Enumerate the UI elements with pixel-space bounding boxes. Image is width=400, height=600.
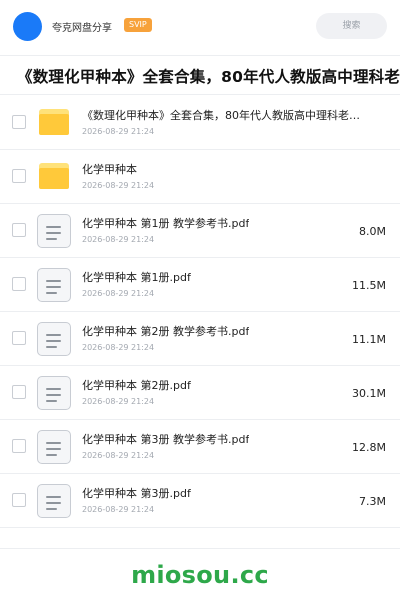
file-row[interactable]: 化学甲种本 第2册 教学参考书.pdf 2026-08-29 21:24 11.1M xyxy=(0,312,400,366)
page-title: 《数理化甲种本》全套合集，80年代人教版高中理科老课本 xyxy=(17,68,400,86)
file-name[interactable]: 化学甲种本 第1册 教学参考书.pdf xyxy=(82,215,249,231)
file-row[interactable]: 化学甲种本 第1册 教学参考书.pdf 2026-08-29 21:24 8.0M xyxy=(0,204,400,258)
file-name[interactable]: 化学甲种本 第2册.pdf xyxy=(82,377,191,393)
file-size: 7.3M xyxy=(359,495,386,508)
file-name[interactable]: 化学甲种本 第1册.pdf xyxy=(82,269,191,285)
file-size: 11.1M xyxy=(352,333,386,346)
file-row[interactable]: 化学甲种本 第3册.pdf 2026-08-29 21:24 7.3M xyxy=(0,474,400,528)
file-list: 《数理化甲种本》全套合集，80年代人教版高中理科老… 2026-08-29 21:… xyxy=(0,96,400,528)
avatar[interactable] xyxy=(13,12,42,41)
file-date: 2026-08-29 21:24 xyxy=(82,235,155,244)
document-icon xyxy=(37,430,71,464)
header-bar: 夸克网盘分享 SVIP 搜索 xyxy=(0,0,400,52)
select-checkbox[interactable] xyxy=(12,439,26,453)
document-icon xyxy=(37,322,71,356)
document-icon xyxy=(37,214,71,248)
file-date: 2026-08-29 21:24 xyxy=(82,343,155,352)
file-date: 2026-08-29 21:24 xyxy=(82,451,155,460)
file-size: 8.0M xyxy=(359,225,386,238)
svip-badge: SVIP xyxy=(124,18,152,32)
file-size: 30.1M xyxy=(352,387,386,400)
watermark-text: miosou.cc xyxy=(131,561,269,589)
select-checkbox[interactable] xyxy=(12,331,26,345)
select-checkbox[interactable] xyxy=(12,223,26,237)
folder-row[interactable]: 《数理化甲种本》全套合集，80年代人教版高中理科老… 2026-08-29 21:… xyxy=(0,96,400,150)
document-icon xyxy=(37,376,71,410)
file-row[interactable]: 化学甲种本 第3册 教学参考书.pdf 2026-08-29 21:24 12.8M xyxy=(0,420,400,474)
file-name[interactable]: 化学甲种本 第3册 教学参考书.pdf xyxy=(82,431,249,447)
folder-row[interactable]: 化学甲种本 2026-08-29 21:24 xyxy=(0,150,400,204)
document-icon xyxy=(37,484,71,518)
file-size: 12.8M xyxy=(352,441,386,454)
share-title-bar: 《数理化甲种本》全套合集，80年代人教版高中理科老课本 xyxy=(0,55,400,95)
file-name[interactable]: 《数理化甲种本》全套合集，80年代人教版高中理科老… xyxy=(82,107,360,123)
file-size: 11.5M xyxy=(352,279,386,292)
document-icon xyxy=(37,268,71,302)
file-date: 2026-08-29 21:24 xyxy=(82,289,155,298)
file-date: 2026-08-29 21:24 xyxy=(82,181,155,190)
select-checkbox[interactable] xyxy=(12,277,26,291)
file-name[interactable]: 化学甲种本 第2册 教学参考书.pdf xyxy=(82,323,249,339)
file-date: 2026-08-29 21:24 xyxy=(82,127,155,136)
file-name[interactable]: 化学甲种本 xyxy=(82,161,137,177)
search-input[interactable]: 搜索 xyxy=(316,13,387,39)
select-checkbox[interactable] xyxy=(12,385,26,399)
file-name[interactable]: 化学甲种本 第3册.pdf xyxy=(82,485,191,501)
file-row[interactable]: 化学甲种本 第2册.pdf 2026-08-29 21:24 30.1M xyxy=(0,366,400,420)
file-date: 2026-08-29 21:24 xyxy=(82,397,155,406)
folder-icon xyxy=(37,106,71,140)
select-checkbox[interactable] xyxy=(12,169,26,183)
select-checkbox[interactable] xyxy=(12,115,26,129)
file-row[interactable]: 化学甲种本 第1册.pdf 2026-08-29 21:24 11.5M xyxy=(0,258,400,312)
footer-divider xyxy=(0,548,400,549)
folder-icon xyxy=(37,160,71,194)
share-owner-name: 夸克网盘分享 xyxy=(52,23,112,34)
select-checkbox[interactable] xyxy=(12,493,26,507)
file-date: 2026-08-29 21:24 xyxy=(82,505,155,514)
